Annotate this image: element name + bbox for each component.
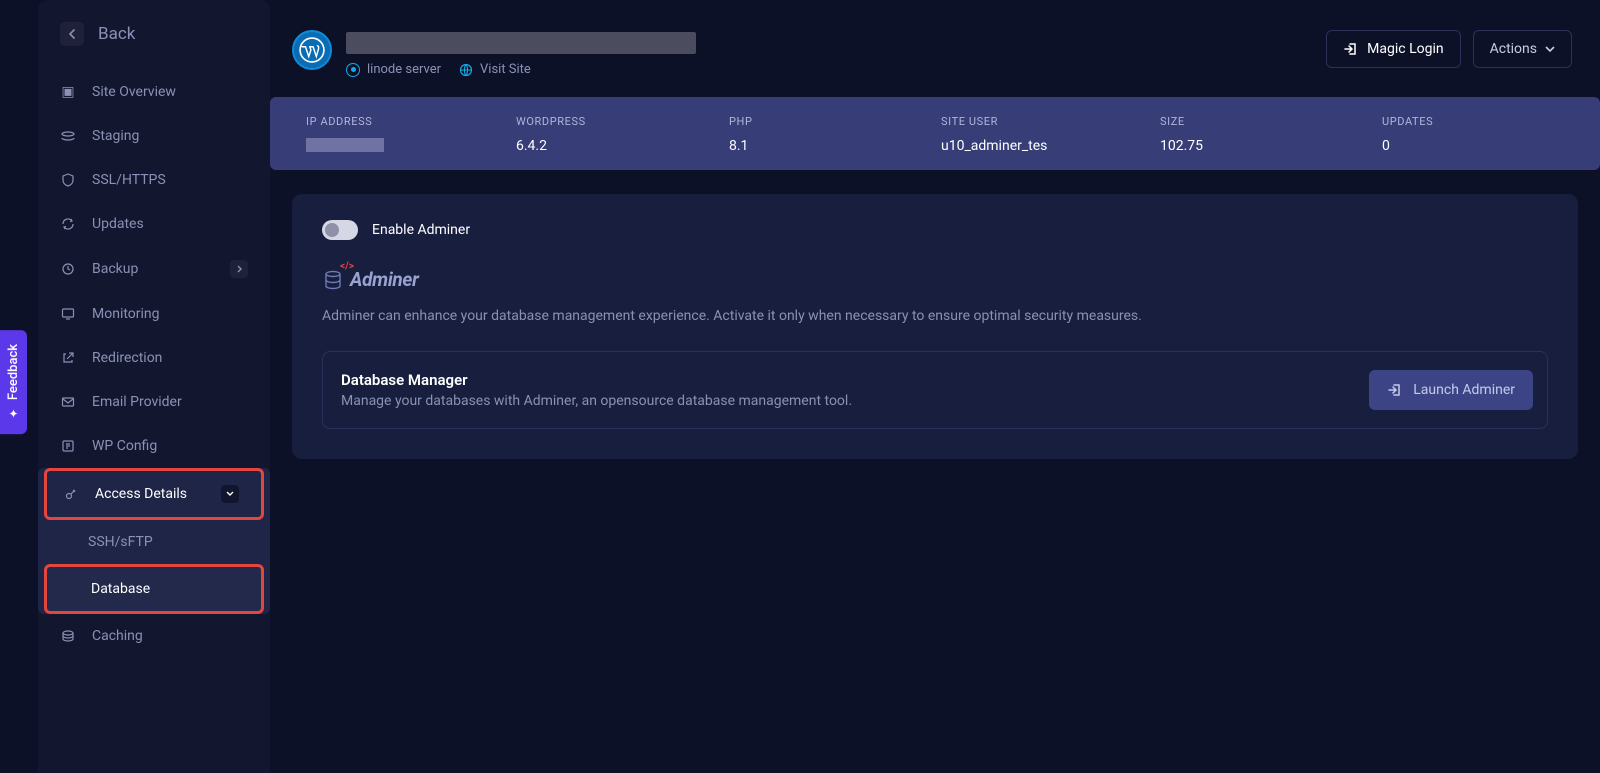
backup-icon: [60, 262, 76, 276]
site-user-value: u10_adminer_tes: [941, 138, 1160, 154]
sidebar-item-access-details[interactable]: Access Details: [47, 471, 261, 517]
magic-login-label: Magic Login: [1367, 41, 1443, 57]
launch-adminer-label: Launch Adminer: [1413, 382, 1515, 398]
staging-icon: [60, 129, 76, 143]
feedback-label: Feedback: [6, 344, 21, 400]
sidebar-item-wp-config[interactable]: WP Config: [38, 424, 270, 468]
sidebar-item-redirection[interactable]: Redirection: [38, 336, 270, 380]
actions-label: Actions: [1490, 41, 1537, 57]
chevron-left-icon: [60, 22, 84, 46]
sidebar-sub-label: SSH/sFTP: [88, 534, 153, 550]
visit-site-link[interactable]: Visit Site: [459, 62, 531, 77]
sidebar-item-label: Staging: [92, 128, 139, 144]
config-icon: [60, 439, 76, 453]
adminer-description: Adminer can enhance your database manage…: [322, 305, 1548, 327]
refresh-icon: [60, 217, 76, 231]
shield-icon: [60, 173, 76, 187]
sidebar-item-label: Site Overview: [92, 84, 176, 100]
sidebar-sub-sshsftp[interactable]: SSH/sFTP: [38, 520, 270, 564]
ip-label: IP ADDRESS: [306, 115, 516, 128]
main-content: linode server Visit Site Magic Login: [270, 0, 1600, 773]
size-label: SIZE: [1160, 115, 1382, 128]
adminer-card: Enable Adminer </> Adminer Adminer can e…: [292, 194, 1578, 459]
php-label: PHP: [729, 115, 941, 128]
sparkle-icon: ✦: [7, 406, 21, 420]
caching-icon: [60, 629, 76, 643]
key-icon: [63, 487, 79, 501]
database-manager-desc: Manage your databases with Adminer, an o…: [341, 393, 852, 409]
sidebar-item-label: Backup: [92, 261, 138, 277]
updates-label: UPDATES: [1382, 115, 1600, 128]
sidebar-item-label: Email Provider: [92, 394, 182, 410]
ip-value-redacted: [306, 138, 384, 152]
sidebar-item-updates[interactable]: Updates: [38, 202, 270, 246]
sidebar-item-label: Updates: [92, 216, 144, 232]
wordpress-label: WORDPRESS: [516, 115, 729, 128]
server-status-icon: [346, 63, 360, 77]
chevron-right-icon: [230, 260, 248, 278]
sidebar-sub-database[interactable]: Database: [47, 567, 261, 611]
back-button[interactable]: Back: [38, 12, 270, 70]
launch-adminer-button[interactable]: Launch Adminer: [1369, 370, 1533, 410]
sidebar-item-label: Caching: [92, 628, 143, 644]
adminer-brand: </> Adminer: [322, 268, 1548, 291]
php-value: 8.1: [729, 138, 941, 154]
enable-adminer-label: Enable Adminer: [372, 222, 470, 238]
mail-icon: [60, 395, 76, 409]
sidebar-item-label: Redirection: [92, 350, 162, 366]
chevron-down-icon: [1545, 46, 1555, 53]
visit-site-label: Visit Site: [480, 62, 531, 77]
sidebar-item-label: Monitoring: [92, 306, 160, 322]
wordpress-logo-icon: [292, 30, 332, 70]
sidebar-item-label: Access Details: [95, 486, 187, 502]
highlight-access-details: Access Details: [44, 468, 264, 520]
database-icon: </>: [322, 269, 344, 291]
sidebar-item-staging[interactable]: Staging: [38, 114, 270, 158]
sidebar-item-backup[interactable]: Backup: [38, 246, 270, 292]
login-icon: [1343, 41, 1359, 57]
launch-icon: [1387, 382, 1403, 398]
adminer-brand-text: Adminer: [350, 268, 419, 291]
monitor-icon: [60, 307, 76, 321]
external-link-icon: [60, 351, 76, 365]
site-title-redacted: [346, 32, 696, 54]
enable-adminer-toggle[interactable]: [322, 220, 358, 240]
server-name: linode server: [367, 62, 441, 77]
sidebar-sub-label: Database: [91, 581, 150, 597]
sidebar-item-ssl[interactable]: SSL/HTTPS: [38, 158, 270, 202]
layout-icon: ▣: [60, 84, 76, 100]
sidebar-item-label: SSL/HTTPS: [92, 172, 166, 188]
back-label: Back: [98, 24, 135, 44]
database-manager-title: Database Manager: [341, 371, 852, 389]
updates-value: 0: [1382, 138, 1600, 154]
wordpress-value: 6.4.2: [516, 138, 729, 154]
sidebar-item-site-overview[interactable]: ▣ Site Overview: [38, 70, 270, 114]
sidebar-item-caching[interactable]: Caching: [38, 614, 270, 658]
magic-login-button[interactable]: Magic Login: [1326, 30, 1460, 68]
globe-icon: [459, 63, 473, 77]
size-value: 102.75: [1160, 138, 1382, 154]
page-header: linode server Visit Site Magic Login: [270, 0, 1600, 97]
chevron-down-icon: [221, 485, 239, 503]
sidebar: Back ▣ Site Overview Staging SSL/HTTPS U…: [38, 0, 270, 773]
sidebar-item-monitoring[interactable]: Monitoring: [38, 292, 270, 336]
sidebar-item-email-provider[interactable]: Email Provider: [38, 380, 270, 424]
actions-dropdown[interactable]: Actions: [1473, 30, 1572, 68]
sidebar-item-label: WP Config: [92, 438, 157, 454]
site-user-label: SITE USER: [941, 115, 1160, 128]
highlight-database: Database: [44, 564, 264, 614]
database-manager-panel: Database Manager Manage your databases w…: [322, 351, 1548, 429]
feedback-tab[interactable]: ✦ Feedback: [0, 330, 27, 434]
info-strip: IP ADDRESS WORDPRESS 6.4.2 PHP 8.1 SITE …: [270, 97, 1600, 170]
